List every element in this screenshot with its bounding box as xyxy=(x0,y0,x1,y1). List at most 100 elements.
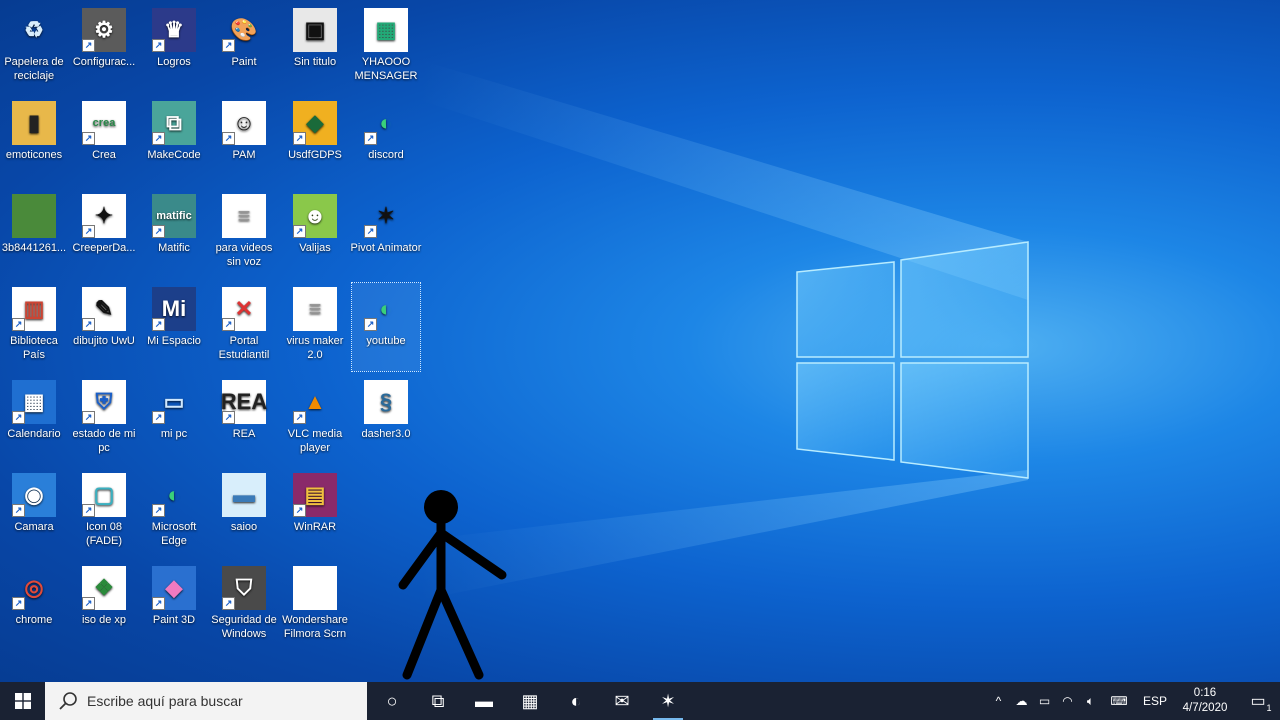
desktop-icon[interactable]: ♛ ↗ Logros xyxy=(140,4,208,92)
desktop-icon[interactable]: ⧉ ↗ MakeCode xyxy=(140,97,208,185)
paint-palette-icon: 🎨 ↗ xyxy=(222,8,266,52)
desktop-icon-label: PAM xyxy=(232,149,256,161)
winrar-icon: ▤ ↗ xyxy=(293,473,337,517)
shortcut-arrow-icon: ↗ xyxy=(82,504,95,517)
desktop-icon[interactable]: Wondershare Filmora Scrn xyxy=(281,562,349,650)
desktop-icon[interactable]: ✎ ↗ dibujito UwU xyxy=(70,283,138,371)
search-box[interactable]: Escribe aquí para buscar xyxy=(45,682,367,720)
shortcut-arrow-icon: ↗ xyxy=(12,504,25,517)
shortcut-arrow-icon: ↗ xyxy=(152,318,165,331)
desktop-icon-label: Microsoft Edge xyxy=(151,521,197,547)
mail-button[interactable]: ✉ xyxy=(599,682,645,720)
pivot-animator-icon: ✶ ↗ xyxy=(364,194,408,238)
battery-icon[interactable]: ▭ xyxy=(1033,682,1056,720)
shortcut-arrow-icon: ↗ xyxy=(293,504,306,517)
books-icon: ▥ ↗ xyxy=(12,287,56,331)
shortcut-arrow-icon: ↗ xyxy=(364,132,377,145)
wifi-icon[interactable]: ◠ xyxy=(1056,682,1079,720)
desktop-icon[interactable]: matific ↗ Matific xyxy=(140,190,208,278)
desktop-icon[interactable]: ❖ ↗ iso de xp xyxy=(70,562,138,650)
clock[interactable]: 0:16 4/7/2020 xyxy=(1174,686,1236,716)
camera-icon: ◉ ↗ xyxy=(12,473,56,517)
desktop-icon[interactable]: ⛨ ↗ estado de mi pc xyxy=(70,376,138,464)
pivot-animator-taskbar-button[interactable]: ✶ xyxy=(645,682,691,720)
microsoft-store-button[interactable]: ▦ xyxy=(507,682,553,720)
file-explorer-button[interactable]: ▬ xyxy=(461,682,507,720)
shortcut-arrow-icon: ↗ xyxy=(152,504,165,517)
desktop-icon[interactable]: ✦ ↗ CreeperDa... xyxy=(70,190,138,278)
desktop-icon-label: chrome xyxy=(15,614,53,626)
edge-taskbar-icon: ◐ xyxy=(570,690,582,711)
task-view-button[interactable]: ⧉ xyxy=(415,682,461,720)
desktop-icon[interactable]: ✕ ↗ Portal Estudiantil xyxy=(210,283,278,371)
shortcut-arrow-icon: ↗ xyxy=(82,318,95,331)
keyboard-icon[interactable]: ⌨ xyxy=(1102,682,1136,720)
desktop-icon[interactable]: ▭ ↗ mi pc xyxy=(140,376,208,464)
desktop-icon[interactable]: ◐ ↗ Microsoft Edge xyxy=(140,469,208,557)
shortcut-arrow-icon: ↗ xyxy=(222,597,235,610)
desktop-icon[interactable]: ≡ virus maker 2.0 xyxy=(281,283,349,371)
language-indicator[interactable]: ESP xyxy=(1136,682,1174,720)
desktop-icon[interactable]: ▮ emoticones xyxy=(0,97,68,185)
cortana-button[interactable]: ○ xyxy=(369,682,415,720)
desktop-icon[interactable]: ▦ YHAOOO MENSAGER xyxy=(352,4,420,92)
desktop-icon[interactable]: ▢ ↗ Icon 08 (FADE) xyxy=(70,469,138,557)
desktop-icon-label: Camara xyxy=(14,521,54,533)
desktop-icon[interactable]: ≡ para videos sin voz xyxy=(210,190,278,278)
desktop-icon-label: YHAOOO MENSAGER xyxy=(354,56,418,82)
desktop-icon[interactable]: ⛉ ↗ Seguridad de Windows xyxy=(210,562,278,650)
desktop-icon[interactable]: ☻ ↗ Valijas xyxy=(281,190,349,278)
desktop-icon[interactable]: ▦ ↗ Calendario xyxy=(0,376,68,464)
matific-icon: matific ↗ xyxy=(152,194,196,238)
desktop-icon[interactable]: ▬ saioo xyxy=(210,469,278,557)
folder-icon: ▮ xyxy=(12,101,56,145)
desktop-icon-label: emoticones xyxy=(5,149,63,161)
desktop-icon[interactable]: ◐ ↗ discord xyxy=(352,97,420,185)
volume-icon[interactable]: 🔈︎ xyxy=(1079,682,1102,720)
taskbar-apps: ○ ⧉ ▬ ▦ ◐ ✉ ✶ xyxy=(369,682,691,720)
desktop-icon[interactable]: ☺ ↗ PAM xyxy=(210,97,278,185)
shortcut-arrow-icon: ↗ xyxy=(152,411,165,424)
shortcut-arrow-icon: ↗ xyxy=(293,225,306,238)
desktop-icon[interactable]: ◎ ↗ chrome xyxy=(0,562,68,650)
shortcut-arrow-icon: ↗ xyxy=(152,597,165,610)
vlc-cone-icon: ▲ ↗ xyxy=(293,380,337,424)
desktop-icon[interactable]: 3b8441261... xyxy=(0,190,68,278)
start-button[interactable] xyxy=(0,682,45,720)
desktop-icon-label: Paint xyxy=(231,56,257,68)
desktop-icon[interactable]: ▣ Sin titulo xyxy=(281,4,349,92)
mail-icon: ✉ xyxy=(614,690,630,711)
valijas-icon: ☻ ↗ xyxy=(293,194,337,238)
desktop-icon[interactable]: ♻ Papelera de reciclaje xyxy=(0,4,68,92)
geometry-dash-icon: ◆ ↗ xyxy=(293,101,337,145)
desktop-icon-label: Icon 08 (FADE) xyxy=(85,521,123,547)
settings-gear-icon: ⚙ ↗ xyxy=(82,8,126,52)
desktop-icon[interactable]: ▲ ↗ VLC media player xyxy=(281,376,349,464)
desktop-icon[interactable]: 🎨 ↗ Paint xyxy=(210,4,278,92)
desktop-icon[interactable]: ▤ ↗ WinRAR xyxy=(281,469,349,557)
desktop-icon-label: Matific xyxy=(158,242,190,254)
desktop-icon-label: virus maker 2.0 xyxy=(286,335,344,361)
logros-icon: ♛ ↗ xyxy=(152,8,196,52)
shortcut-arrow-icon: ↗ xyxy=(293,132,306,145)
desktop-icon[interactable]: REA ↗ REA xyxy=(210,376,278,464)
desktop-icon[interactable]: ✶ ↗ Pivot Animator xyxy=(351,190,422,278)
desktop-icon-label: Sin titulo xyxy=(293,56,337,68)
taskbar: Escribe aquí para buscar ○ ⧉ ▬ ▦ ◐ ✉ ✶ ^ ☁ ▭ ◠… xyxy=(0,682,1280,720)
action-center-button[interactable]: ▭ 1 xyxy=(1236,682,1280,720)
show-hidden-icons-chevron[interactable]: ^ xyxy=(987,682,1010,720)
desktop-icon[interactable]: ⚙ ↗ Configurac... xyxy=(70,4,138,92)
desktop-icon[interactable]: Mi ↗ Mi Espacio xyxy=(140,283,208,371)
desktop-icon[interactable]: § dasher3.0 xyxy=(352,376,420,464)
desktop-icon[interactable]: ◆ ↗ UsdfGDPS xyxy=(281,97,349,185)
edge-taskbar-button[interactable]: ◐ xyxy=(553,682,599,720)
recycle-bin-icon: ♻ xyxy=(24,17,44,42)
desktop-icon-label: CreeperDa... xyxy=(72,242,136,254)
desktop-icon[interactable]: ◐ ↗ youtube xyxy=(351,282,421,372)
desktop-icon[interactable]: ◆ ↗ Paint 3D xyxy=(140,562,208,650)
onedrive-cloud-icon[interactable]: ☁ xyxy=(1010,682,1033,720)
desktop-icon[interactable]: ▥ ↗ Biblioteca País xyxy=(0,283,68,371)
desktop-icon[interactable]: ◉ ↗ Camara xyxy=(0,469,68,557)
desktop-icon[interactable]: crea ↗ Crea xyxy=(70,97,138,185)
language-label: ESP xyxy=(1142,694,1167,708)
